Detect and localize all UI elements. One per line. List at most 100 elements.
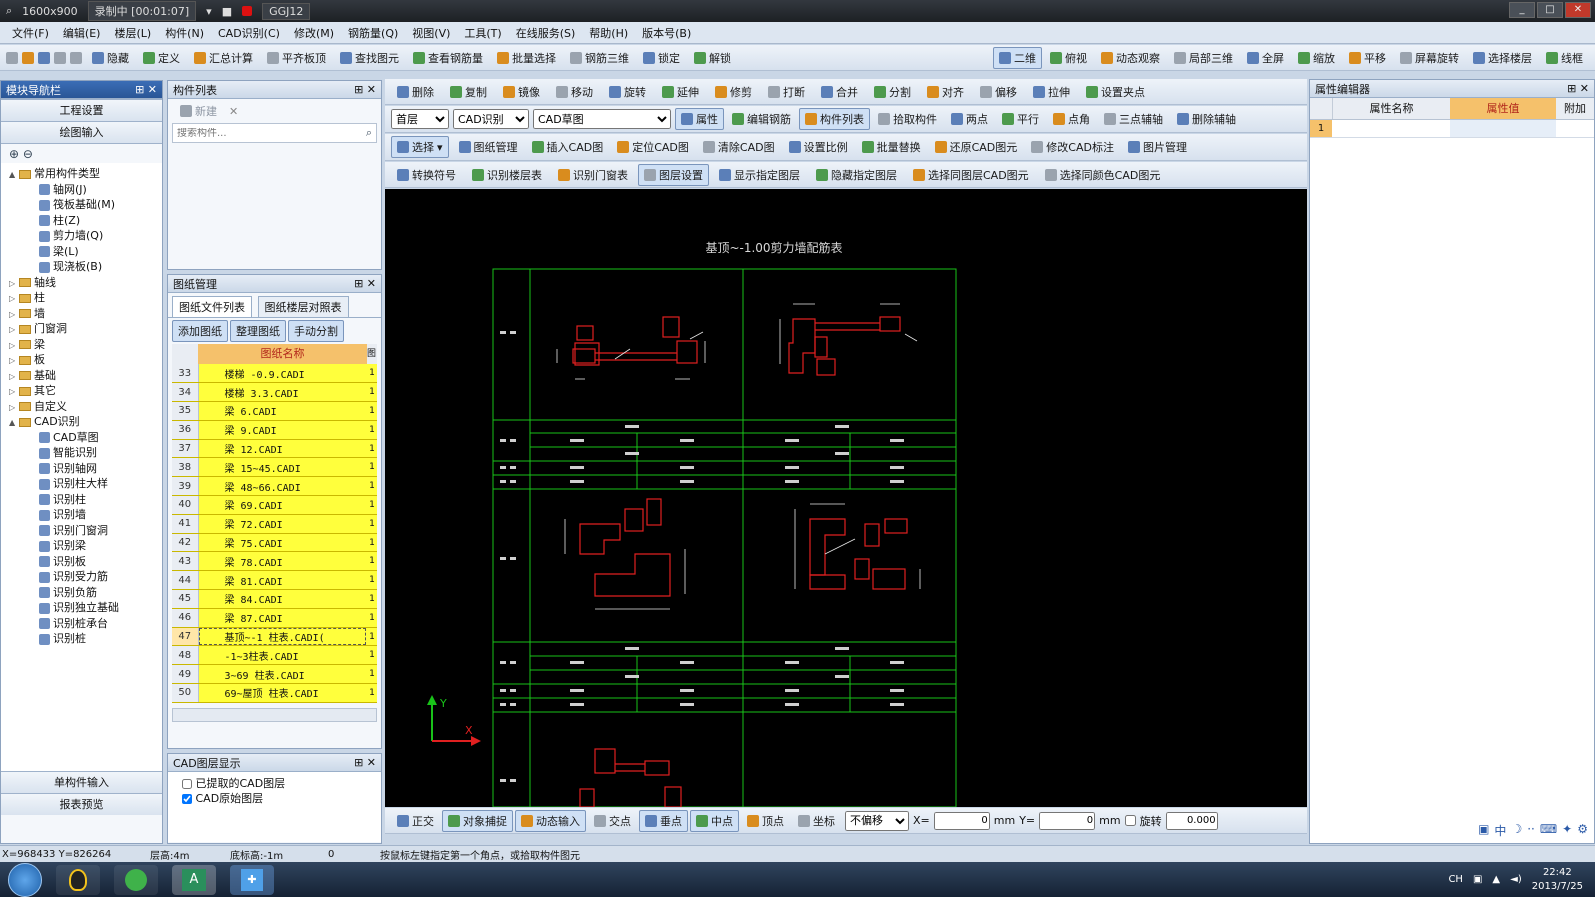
menu-item-10[interactable]: 帮助(H)	[589, 25, 628, 41]
tree-node-13[interactable]: ▷ 基础	[9, 368, 162, 384]
tab-drawing-file-list[interactable]: 图纸文件列表	[172, 296, 252, 317]
layer-tool-button-6[interactable]: 选择同图层CAD图元	[907, 164, 1035, 186]
taskbar-cad-app-icon[interactable]: ✚	[230, 864, 274, 895]
taskbar-glodon-app-icon[interactable]: A	[172, 864, 216, 895]
tree-expander-icon[interactable]: ▷	[9, 307, 19, 323]
tray-expand-icon[interactable]: ▲	[1492, 874, 1500, 885]
floor-tool-button-1[interactable]: 编辑钢筋	[726, 108, 797, 130]
tree-expander-icon[interactable]: ▷	[9, 400, 19, 416]
tab-drawing-floor-map[interactable]: 图纸楼层对照表	[257, 296, 349, 317]
new-file-icon[interactable]	[6, 51, 18, 64]
tree-node-11[interactable]: ▷ 梁	[9, 337, 162, 353]
cad-tool-button-8[interactable]: 图片管理	[1122, 136, 1193, 158]
layer-tool-button-1[interactable]: 识别楼层表	[466, 164, 548, 186]
snap-button-5[interactable]: 中点	[690, 809, 739, 832]
main-left-button-8[interactable]: 锁定	[637, 47, 686, 69]
nav-report-preview[interactable]: 报表预览	[1, 793, 162, 815]
tree-node-7[interactable]: ▷ 轴线	[9, 275, 162, 291]
y-coordinate-input[interactable]	[1039, 811, 1096, 830]
taskbar-qq-icon[interactable]	[56, 864, 100, 895]
floor-tool-button-6[interactable]: 点角	[1047, 108, 1096, 130]
layer-tool-button-5[interactable]: 隐藏指定图层	[810, 164, 903, 186]
tree-node-21[interactable]: 识别柱	[9, 492, 162, 508]
main-left-button-4[interactable]: 查找图元	[334, 47, 405, 69]
floor-tool-button-4[interactable]: 两点	[945, 108, 994, 130]
main-left-button-2[interactable]: 汇总计算	[188, 47, 259, 69]
ime-skin-icon[interactable]: ✦	[1562, 822, 1572, 839]
edit-button-6[interactable]: 修剪	[709, 81, 758, 103]
search-icon[interactable]: ⌕	[6, 4, 12, 18]
drawing-row[interactable]: 37 梁 12.CADI 1	[172, 439, 377, 459]
layer-tool-button-3[interactable]: 图层设置	[638, 163, 709, 186]
chevron-down-icon[interactable]: ▾	[206, 5, 212, 18]
drawing-row[interactable]: 33 楼梯 -0.9.CADI 1	[172, 364, 377, 384]
drawing-row[interactable]: 41 梁 72.CADI 1	[172, 514, 377, 534]
cad-subtype-select[interactable]: CAD草图	[533, 109, 671, 129]
nav-single-component-input[interactable]: 单构件输入	[1, 771, 162, 793]
floor-select[interactable]: 首层	[391, 109, 449, 129]
edit-button-13[interactable]: 设置夹点	[1080, 81, 1151, 103]
tree-node-5[interactable]: 梁(L)	[9, 244, 162, 260]
floor-tool-button-5[interactable]: 平行	[996, 108, 1045, 130]
edit-button-9[interactable]: 分割	[868, 81, 917, 103]
redo-icon[interactable]	[70, 51, 82, 64]
edit-button-12[interactable]: 拉伸	[1027, 81, 1076, 103]
snap-button-2[interactable]: 动态输入	[515, 809, 586, 832]
drawing-row[interactable]: 39 梁 48~66.CADI 1	[172, 476, 377, 497]
tree-expander-icon[interactable]: ▷	[9, 276, 19, 292]
floor-tool-button-3[interactable]: 拾取构件	[872, 108, 943, 130]
drawing-row[interactable]: 48 -1~3柱表.CADI 1	[172, 645, 377, 666]
snap-button-4[interactable]: 垂点	[639, 809, 688, 832]
nav-section-drawing-input[interactable]: 绘图输入	[1, 121, 162, 143]
tree-node-3[interactable]: 柱(Z)	[9, 213, 162, 229]
edit-button-2[interactable]: 镜像	[497, 81, 546, 103]
tree-node-27[interactable]: 识别负筋	[9, 585, 162, 601]
edit-button-7[interactable]: 打断	[762, 81, 811, 103]
pin-close-icon[interactable]: ⊞ ✕	[354, 277, 376, 290]
menu-item-6[interactable]: 钢筋量(Q)	[348, 25, 398, 41]
ime-chinese-icon[interactable]: 中	[1494, 822, 1506, 839]
tree-node-12[interactable]: ▷ 板	[9, 352, 162, 368]
drawing-row[interactable]: 42 梁 75.CADI 1	[172, 533, 377, 553]
tree-node-20[interactable]: 识别柱大样	[9, 476, 162, 492]
cad-tool-button-7[interactable]: 修改CAD标注	[1025, 136, 1120, 158]
ime-punct-icon[interactable]: ··	[1527, 822, 1535, 839]
tree-node-14[interactable]: ▷ 其它	[9, 383, 162, 399]
layer-tool-button-7[interactable]: 选择同颜色CAD图元	[1039, 164, 1167, 186]
menu-item-11[interactable]: 版本号(B)	[642, 25, 691, 41]
tree-node-28[interactable]: 识别独立基础	[9, 600, 162, 616]
pin-close-icon[interactable]: ⊞ ✕	[354, 756, 376, 769]
cad-drawing-canvas[interactable]: 基顶~-1.00剪力墙配筋表 Y X	[385, 189, 1307, 807]
menu-item-4[interactable]: CAD识别(C)	[218, 25, 280, 41]
drawing-row[interactable]: 40 梁 69.CADI 1	[172, 495, 377, 515]
menu-item-1[interactable]: 编辑(E)	[63, 25, 101, 41]
layer-original-checkbox[interactable]	[182, 794, 192, 804]
pin-close-icon[interactable]: ⊞ ✕	[354, 83, 376, 96]
tree-node-4[interactable]: 剪力墙(Q)	[9, 228, 162, 244]
edit-button-3[interactable]: 移动	[550, 81, 599, 103]
pin-close-icon[interactable]: ⊞ ✕	[1567, 82, 1589, 95]
main-right-button-0[interactable]: 二维	[993, 46, 1042, 69]
drawing-row[interactable]: 46 梁 87.CADI 1	[172, 608, 377, 628]
cad-type-select[interactable]: CAD识别	[453, 109, 529, 129]
nav-section-project-settings[interactable]: 工程设置	[1, 99, 162, 121]
tree-node-19[interactable]: 识别轴网	[9, 461, 162, 477]
tree-node-24[interactable]: 识别梁	[9, 538, 162, 554]
tree-node-2[interactable]: 筏板基础(M)	[9, 197, 162, 213]
main-left-button-1[interactable]: 定义	[137, 47, 186, 69]
menu-item-5[interactable]: 修改(M)	[294, 25, 334, 41]
main-left-button-9[interactable]: 解锁	[688, 47, 737, 69]
drawing-row[interactable]: 47 基顶~-1 柱表.CADI(1	[172, 627, 377, 647]
x-coordinate-input[interactable]	[933, 811, 990, 830]
undo-icon[interactable]	[54, 51, 66, 64]
layer-extracted-checkbox[interactable]	[182, 779, 192, 789]
tray-volume-icon[interactable]: ◄)	[1510, 874, 1522, 885]
floor-tool-button-0[interactable]: 属性	[675, 108, 724, 130]
start-button[interactable]	[8, 862, 42, 897]
drawing-row[interactable]: 49 3~69 柱表.CADI 1	[172, 664, 377, 685]
tray-language[interactable]: CH	[1448, 874, 1463, 885]
edit-button-1[interactable]: 复制	[444, 81, 493, 103]
tree-expander-icon[interactable]: ▲	[9, 167, 19, 183]
main-left-button-7[interactable]: 钢筋三维	[564, 47, 635, 69]
select-button[interactable]: 选择 ▾	[391, 136, 449, 158]
